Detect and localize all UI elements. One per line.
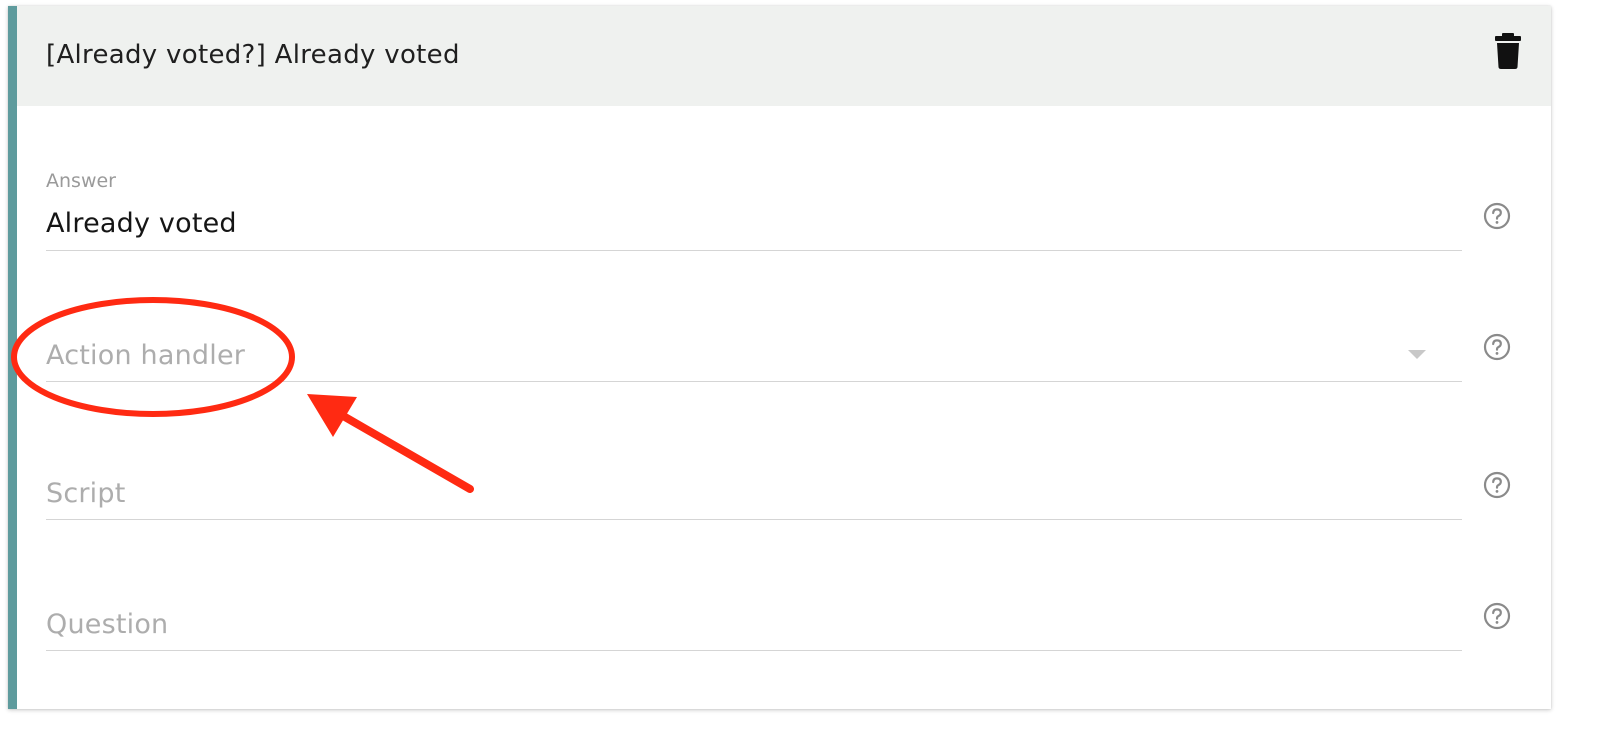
answer-help-icon[interactable] bbox=[1483, 202, 1511, 230]
answer-value[interactable]: Already voted bbox=[46, 208, 237, 239]
delete-button[interactable] bbox=[1495, 33, 1521, 69]
help-circle-icon bbox=[1483, 471, 1511, 499]
trash-icon bbox=[1495, 33, 1521, 69]
action-handler-placeholder: Action handler bbox=[46, 340, 246, 371]
question-placeholder: Question bbox=[46, 609, 169, 640]
answer-field[interactable]: Answer Already voted bbox=[46, 170, 1462, 251]
question-field[interactable]: Question bbox=[46, 599, 1462, 651]
help-circle-icon bbox=[1483, 202, 1511, 230]
help-circle-icon bbox=[1483, 602, 1511, 630]
answer-card: [Already voted?] Already voted Answer Al… bbox=[8, 6, 1551, 709]
question-help-icon[interactable] bbox=[1483, 602, 1511, 630]
help-circle-icon bbox=[1483, 333, 1511, 361]
action-handler-help-icon[interactable] bbox=[1483, 333, 1511, 361]
card-title: [Already voted?] Already voted bbox=[46, 40, 460, 70]
card-header: [Already voted?] Already voted bbox=[17, 6, 1551, 106]
action-handler-dropdown[interactable]: Action handler bbox=[46, 330, 1462, 382]
script-placeholder: Script bbox=[46, 478, 126, 509]
script-field[interactable]: Script bbox=[46, 468, 1462, 520]
script-help-icon[interactable] bbox=[1483, 471, 1511, 499]
answer-label: Answer bbox=[46, 170, 116, 192]
chevron-down-icon[interactable] bbox=[1408, 350, 1426, 359]
